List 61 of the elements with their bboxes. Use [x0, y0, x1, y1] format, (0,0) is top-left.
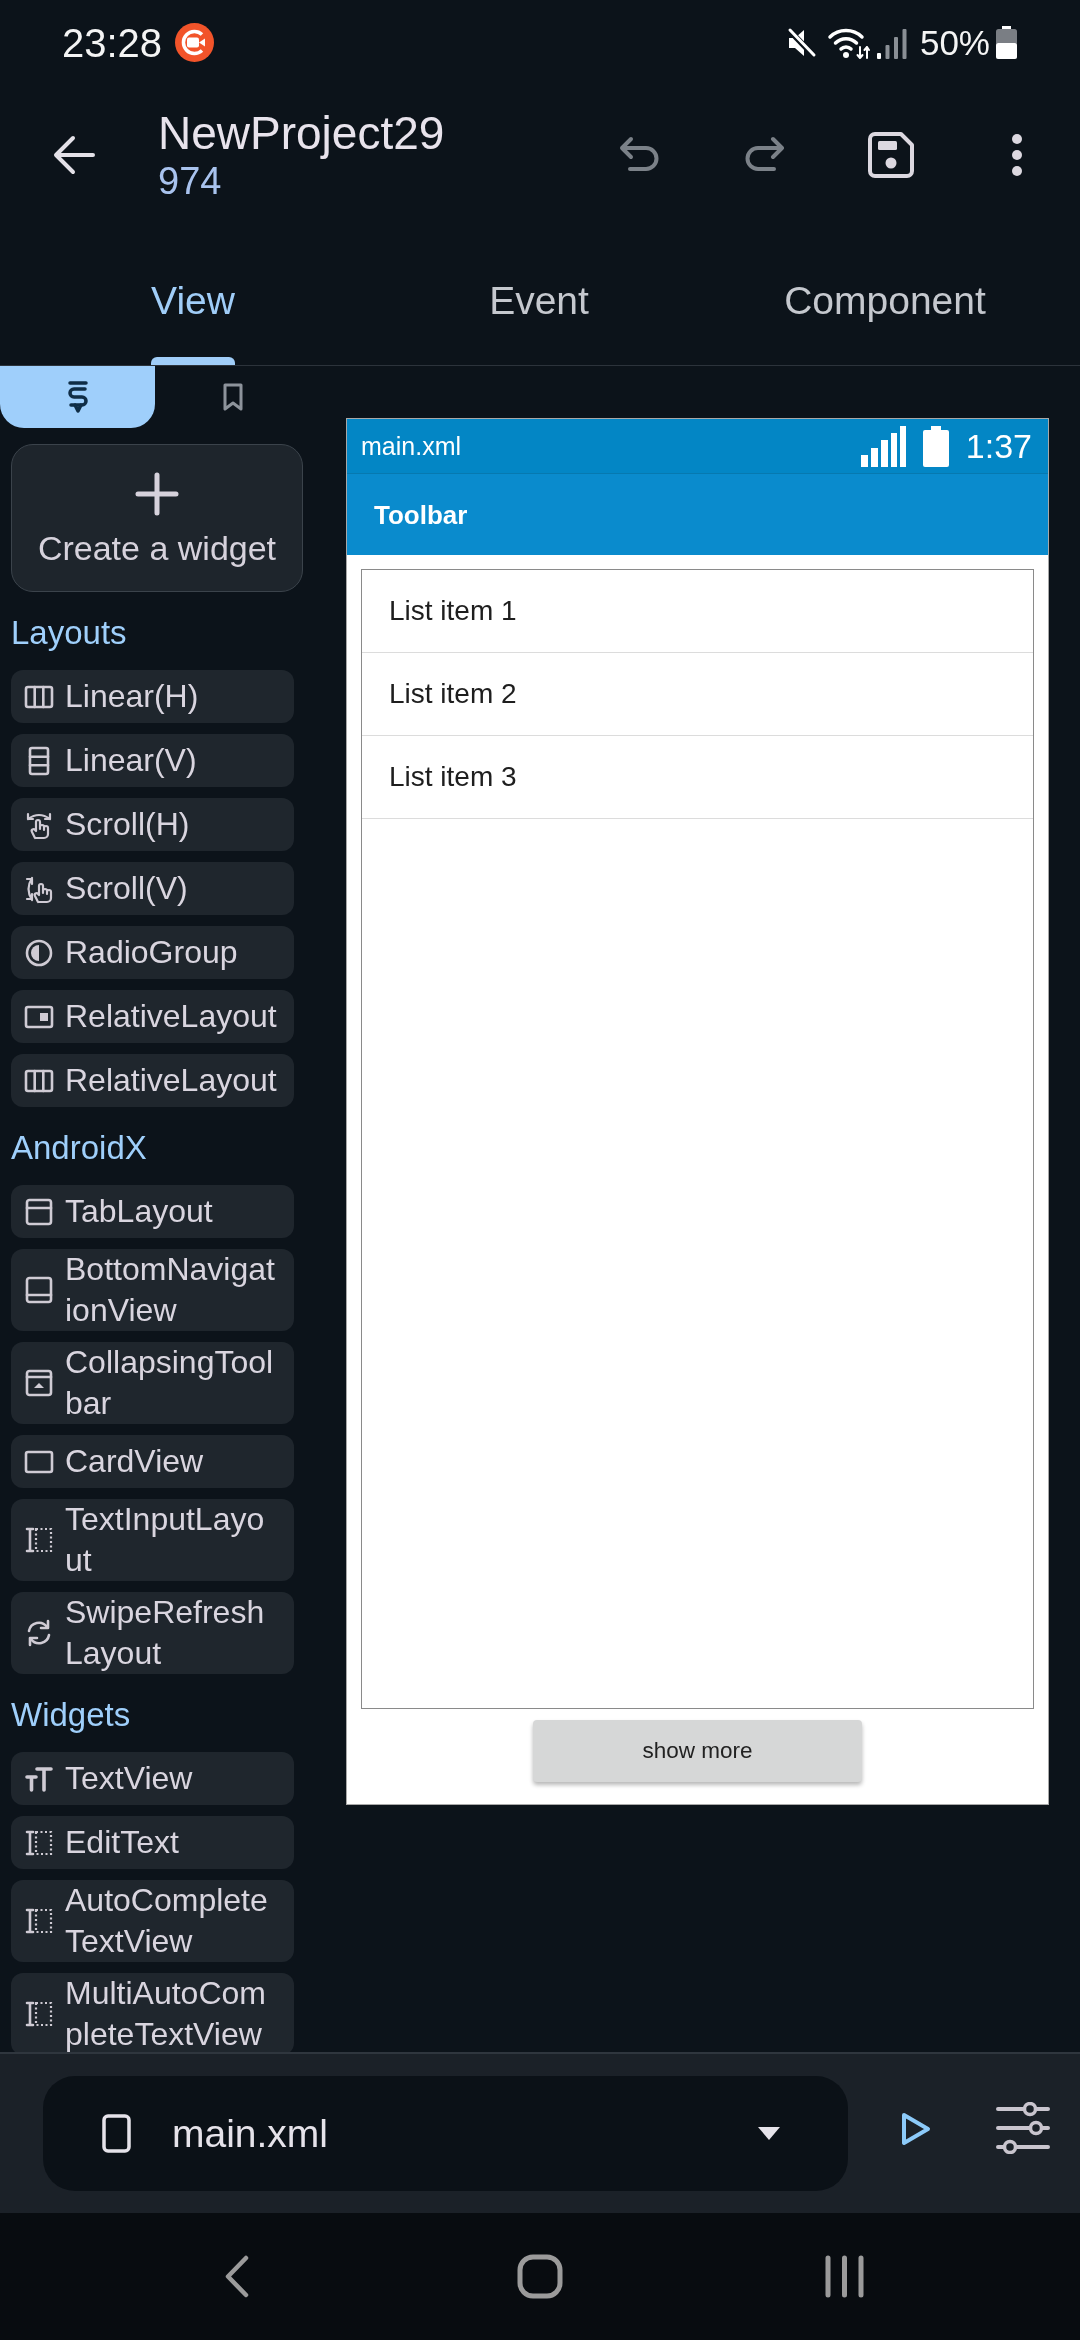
toolbar-title: Toolbar [374, 498, 468, 531]
frame-bottom-bar-icon [24, 1275, 54, 1305]
widget-item[interactable]: RelativeLayout [11, 1054, 294, 1107]
widget-item[interactable]: TabLayout [11, 1185, 294, 1238]
show-more-button[interactable]: show more [533, 1720, 862, 1782]
bookmark-icon [221, 383, 244, 411]
collapse-frame-icon [24, 1368, 54, 1398]
page-icon [102, 2114, 131, 2153]
create-widget-button[interactable]: Create a widget [11, 444, 303, 592]
project-id: 974 [158, 159, 223, 203]
widget-item[interactable]: Linear(H) [11, 670, 294, 723]
s-symbol-icon [66, 380, 89, 414]
sliders-icon[interactable] [996, 2102, 1050, 2154]
widget-item[interactable]: Scroll(H) [11, 798, 294, 851]
palette-tab[interactable] [0, 366, 155, 428]
widget-item[interactable]: RadioGroup [11, 926, 294, 979]
widget-item[interactable]: EditText [11, 1816, 294, 1869]
preview-file-name: main.xml [361, 431, 461, 461]
project-title: NewProject29 [158, 107, 445, 159]
save-icon[interactable] [867, 131, 915, 179]
widget-item[interactable]: CardView [11, 1435, 294, 1488]
signal-bars-icon [860, 425, 906, 467]
battery-percent: 50% [919, 22, 990, 63]
tab[interactable]: Component [712, 225, 1058, 365]
signal-icon [876, 26, 907, 59]
tab[interactable]: Event [366, 225, 712, 365]
play-icon[interactable] [901, 2112, 931, 2146]
home-icon[interactable] [517, 2254, 563, 2299]
list-item: List item 3 [362, 736, 1033, 819]
widget-item[interactable]: BottomNavigationView [11, 1249, 294, 1331]
tab[interactable]: View [20, 225, 366, 365]
status-time: 23:28 [62, 19, 163, 66]
widget-item[interactable]: Scroll(V) [11, 862, 294, 915]
widget-item[interactable]: SwipeRefreshLayout [11, 1592, 294, 1674]
text-cursor-field-icon [24, 1525, 54, 1555]
widget-item[interactable]: RelativeLayout [11, 990, 294, 1043]
section-header: Widgets [11, 1695, 131, 1735]
list-item: List item 2 [362, 653, 1033, 736]
text-cursor-field-icon [24, 1906, 54, 1936]
half-circle-icon [24, 937, 54, 968]
section-header: AndroidX [11, 1128, 147, 1168]
widget-item[interactable]: TextInputLayout [11, 1499, 294, 1581]
muted-speaker-icon [785, 26, 817, 59]
section-header: Layouts [11, 613, 127, 653]
widget-item[interactable]: Linear(V) [11, 734, 294, 787]
widget-item[interactable]: MultiAutoCompleteTextView [11, 1973, 294, 2052]
video-recorder-icon [175, 23, 215, 62]
widget-item[interactable]: AutoCompleteTextView [11, 1880, 294, 1962]
back-icon[interactable] [52, 133, 96, 177]
file-dropdown[interactable]: main.xml [43, 2076, 848, 2191]
more-icon[interactable] [1009, 132, 1025, 178]
plus-icon [135, 472, 179, 516]
dropdown-caret-icon [758, 2127, 780, 2140]
text-cursor-field-icon [24, 1999, 54, 2029]
preview-clock: 1:37 [965, 426, 1032, 466]
widget-item[interactable]: CollapsingToolbar [11, 1342, 294, 1424]
battery-icon [922, 425, 949, 467]
widget-item[interactable]: TextView [11, 1752, 294, 1805]
list-item: List item 1 [362, 570, 1033, 653]
frame-top-bar-icon [24, 1196, 54, 1227]
battery-icon [995, 26, 1018, 59]
